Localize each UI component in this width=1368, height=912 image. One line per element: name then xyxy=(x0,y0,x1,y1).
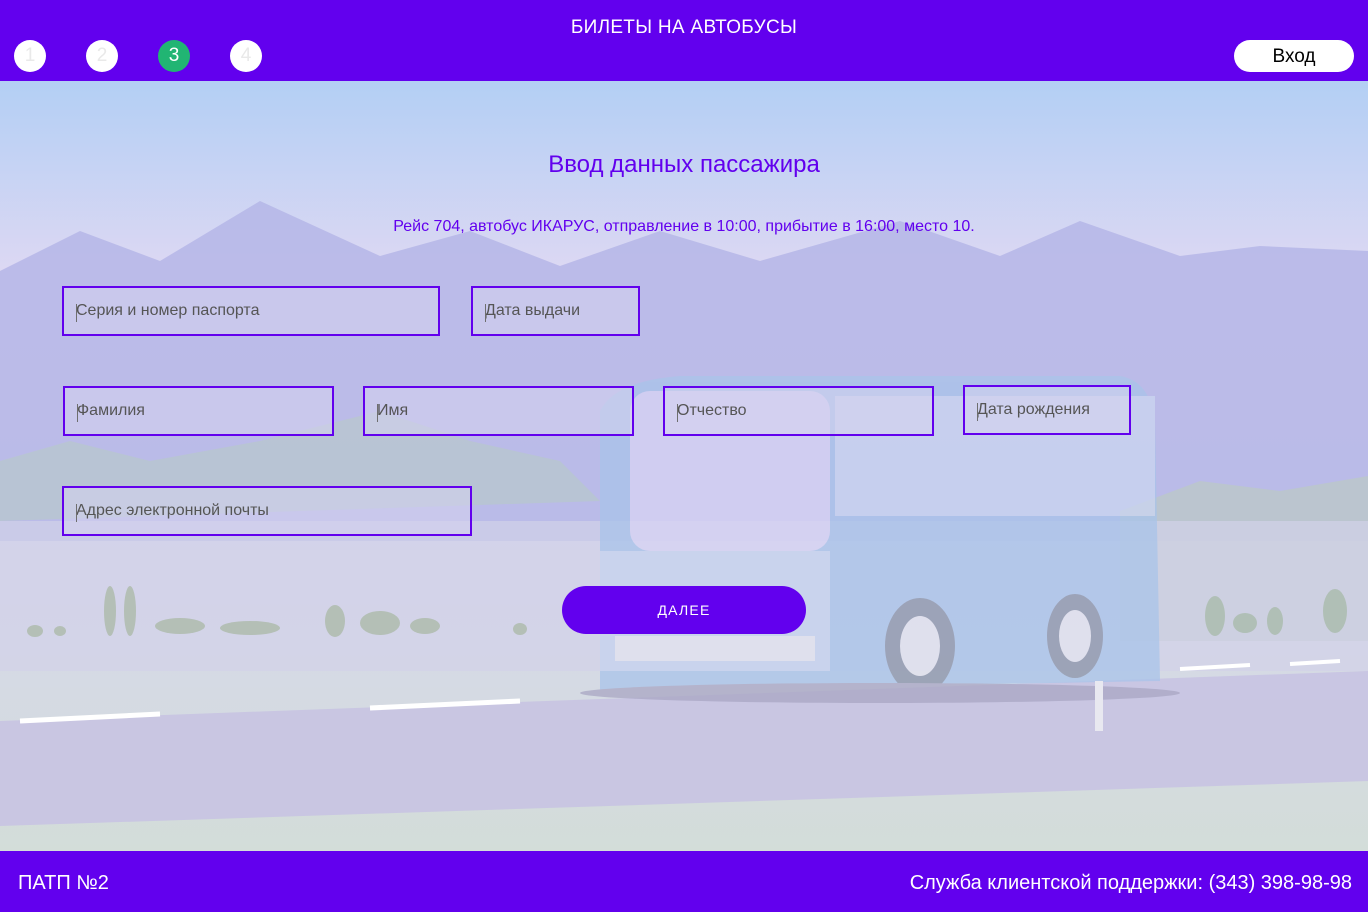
login-button[interactable]: Вход xyxy=(1234,40,1354,72)
step-4[interactable]: 4 xyxy=(230,40,262,72)
step-1[interactable]: 1 xyxy=(14,40,46,72)
first-name-field xyxy=(363,386,634,436)
trip-info: Рейс 704, автобус ИКАРУС, отправление в … xyxy=(393,218,975,235)
app-footer: ПАТП №2 Служба клиентской поддержки: (34… xyxy=(0,851,1368,912)
app-title: БИЛЕТЫ НА АВТОБУСЫ xyxy=(570,17,798,38)
app-header: БИЛЕТЫ НА АВТОБУСЫ 1 2 3 4 Вход xyxy=(0,0,1368,81)
patronymic-field xyxy=(663,386,934,436)
road-post xyxy=(1095,681,1103,731)
last-name-field xyxy=(63,386,334,436)
birth-date-field xyxy=(963,385,1131,435)
main-content: Ввод данных пассажира Рейс 704, автобус … xyxy=(0,81,1368,851)
first-name-input[interactable] xyxy=(365,388,632,434)
passport-field xyxy=(62,286,440,336)
email-field xyxy=(62,486,472,536)
birth-date-input[interactable] xyxy=(965,387,1129,433)
email-input[interactable] xyxy=(64,488,470,534)
support-phone: Служба клиентской поддержки: (343) 398-9… xyxy=(909,872,1352,894)
issue-date-input[interactable] xyxy=(473,288,638,334)
last-name-input[interactable] xyxy=(65,388,332,434)
background-bus-landscape xyxy=(0,201,1368,826)
org-name: ПАТП №2 xyxy=(18,872,109,894)
step-2[interactable]: 2 xyxy=(86,40,118,72)
next-button[interactable]: ДАЛЕЕ xyxy=(562,586,806,634)
issue-date-field xyxy=(471,286,640,336)
form-title: Ввод данных пассажира xyxy=(548,151,820,178)
passport-input[interactable] xyxy=(64,288,438,334)
patronymic-input[interactable] xyxy=(665,388,932,434)
step-3[interactable]: 3 xyxy=(158,40,190,72)
